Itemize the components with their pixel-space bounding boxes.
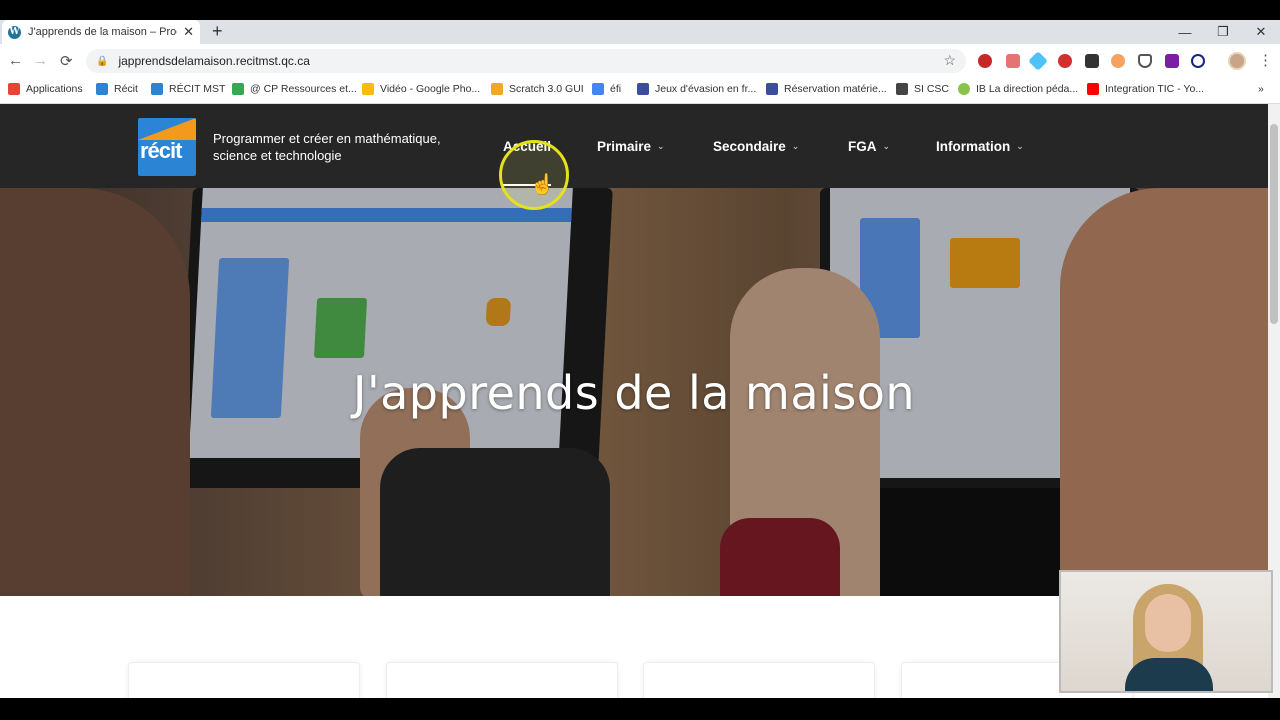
extension-c-icon[interactable]: [1191, 54, 1205, 68]
bookmark-si-csc[interactable]: SI CSC: [896, 83, 949, 95]
site-header: récit Programmer et créer en mathématiqu…: [0, 104, 1268, 188]
content-card[interactable]: [386, 662, 618, 698]
content-card[interactable]: [128, 662, 360, 698]
more-bookmarks-button[interactable]: »: [1258, 83, 1264, 95]
site-tagline[interactable]: Programmer et créer en mathématique, sci…: [213, 130, 473, 164]
bookmarks-bar: Applications Récit RÉCIT MST @ CP Ressou…: [0, 78, 1280, 104]
bookmark-integration-tic[interactable]: Integration TIC - Yo...: [1087, 83, 1204, 95]
bookmark-label: Réservation matérie...: [784, 83, 887, 95]
forms-icon: [766, 83, 778, 95]
forward-button[interactable]: →: [33, 52, 48, 69]
bookmark-cp-ressources[interactable]: @ CP Ressources et...: [232, 83, 357, 95]
nav-label: Information: [936, 139, 1011, 154]
logo-text: récit: [140, 138, 182, 163]
hero-title: J'apprends de la maison: [352, 366, 916, 420]
bookmark-efi[interactable]: éfi: [592, 83, 621, 95]
bookmark-scratch[interactable]: Scratch 3.0 GUI: [491, 83, 584, 95]
bookmark-ib[interactable]: IB La direction péda...: [958, 83, 1078, 95]
presenter-shirt: [1125, 658, 1213, 691]
extension-diamond-icon[interactable]: [1028, 51, 1048, 71]
forms-icon: [637, 83, 649, 95]
bookmark-star-icon[interactable]: ☆: [943, 52, 956, 69]
bookmark-label: SI CSC: [914, 83, 950, 95]
bookmark-reservation[interactable]: Réservation matérie...: [766, 83, 887, 95]
bookmark-label: RÉCIT MST: [169, 83, 226, 95]
back-button[interactable]: ←: [8, 52, 23, 69]
hero-banner: J'apprends de la maison: [0, 188, 1268, 596]
nav-label: Secondaire: [713, 139, 786, 154]
scrollbar-thumb[interactable]: [1270, 124, 1278, 324]
bookmark-jeux-evasion[interactable]: Jeux d'évasion en fr...: [637, 83, 756, 95]
bookmark-recit[interactable]: Récit: [96, 83, 138, 95]
more-bookmarks-icon: »: [1258, 83, 1264, 95]
tab-title: J'apprends de la maison – Progra: [28, 26, 178, 38]
lock-icon: 🔒: [96, 55, 109, 67]
tab-strip: W J'apprends de la maison – Progra ✕ + —…: [0, 20, 1280, 44]
window-close-button[interactable]: ✕: [1242, 20, 1280, 44]
recit-icon: [151, 83, 163, 95]
apps-grid-icon: [8, 83, 20, 95]
reload-button[interactable]: ⟳: [60, 52, 73, 70]
youtube-icon: [1087, 83, 1099, 95]
recit-logo[interactable]: récit: [138, 118, 196, 176]
photos-icon: [362, 83, 374, 95]
docs-icon: [592, 83, 604, 95]
qr-code-icon[interactable]: [1085, 54, 1099, 68]
bookmark-label: IB La direction péda...: [976, 83, 1079, 95]
bookmark-label: Récit: [114, 83, 138, 95]
tab-close-icon[interactable]: ✕: [183, 24, 194, 40]
minimize-button[interactable]: —: [1166, 20, 1204, 44]
new-tab-button[interactable]: +: [212, 21, 223, 42]
bookmark-label: Integration TIC - Yo...: [1105, 83, 1205, 95]
webcam-overlay: [1059, 570, 1273, 693]
recit-icon: [96, 83, 108, 95]
nav-label: FGA: [848, 139, 877, 154]
chevron-down-icon: ⌄: [882, 141, 891, 151]
address-bar[interactable]: 🔒 japprendsdelamaison.recitmst.qc.ca ☆: [86, 49, 966, 73]
bookmark-google-photos[interactable]: Vidéo - Google Pho...: [362, 83, 480, 95]
presenter-face: [1145, 594, 1191, 652]
chevron-down-icon: ⌄: [657, 141, 665, 151]
browser-toolbar: ← → ⟳ 🔒 japprendsdelamaison.recitmst.qc.…: [0, 44, 1280, 78]
hand-cursor-icon: ☝: [530, 174, 555, 196]
extension-icon[interactable]: [1006, 54, 1020, 68]
nav-information[interactable]: Information ⌄: [936, 139, 1024, 154]
nav-secondaire[interactable]: Secondaire ⌄: [713, 139, 799, 154]
extension-record-icon[interactable]: [1058, 54, 1072, 68]
csc-icon: [896, 83, 908, 95]
bookmark-label: Jeux d'évasion en fr...: [655, 83, 757, 95]
nav-fga[interactable]: FGA ⌄: [848, 139, 890, 154]
scratch-icon: [491, 83, 503, 95]
pocket-icon[interactable]: [1138, 54, 1152, 68]
onenote-icon[interactable]: [1165, 54, 1179, 68]
wordpress-icon: W: [8, 25, 21, 39]
bookmark-label: Scratch 3.0 GUI: [509, 83, 584, 95]
drive-icon: [232, 83, 244, 95]
bookmark-label: Applications: [26, 83, 83, 95]
bookmark-label: Vidéo - Google Pho...: [380, 83, 481, 95]
bookmark-label: éfi: [610, 83, 622, 95]
nav-primaire[interactable]: Primaire ⌄: [597, 139, 665, 154]
profile-avatar[interactable]: [1228, 52, 1246, 70]
bookmark-recit-mst[interactable]: RÉCIT MST: [151, 83, 225, 95]
logo-orange-shape: [138, 118, 196, 140]
bookmark-label: @ CP Ressources et...: [250, 83, 357, 95]
bookmark-applications[interactable]: Applications: [8, 83, 83, 95]
chevron-down-icon: ⌄: [1016, 141, 1024, 151]
url-text: japprendsdelamaison.recitmst.qc.ca: [118, 54, 310, 68]
ib-icon: [958, 83, 970, 95]
extension-orange-icon[interactable]: [1111, 54, 1125, 68]
chevron-down-icon: ⌄: [791, 141, 800, 151]
browser-menu-icon[interactable]: ⋮: [1258, 51, 1273, 69]
browser-tab-active[interactable]: W J'apprends de la maison – Progra ✕: [2, 20, 200, 44]
restore-button[interactable]: ❐: [1204, 20, 1242, 44]
screen: W J'apprends de la maison – Progra ✕ + —…: [0, 0, 1280, 720]
nav-label: Primaire: [597, 139, 652, 154]
content-card[interactable]: [643, 662, 875, 698]
extension-yab-icon[interactable]: [978, 54, 992, 68]
